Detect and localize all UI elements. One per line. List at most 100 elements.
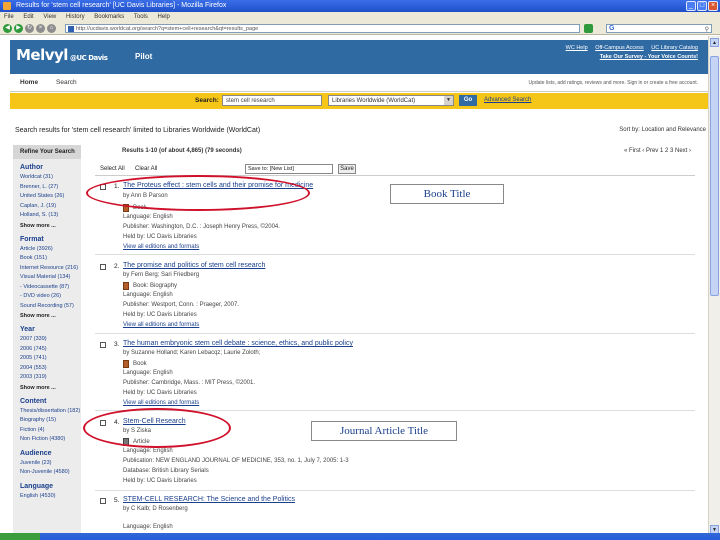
url-text: http://ucdavis.worldcat.org/search?q=ste… [76,26,259,32]
record-language: Language: English [123,292,173,298]
survey-link[interactable]: Take Our Survey - Your Voice Counts! [600,54,698,60]
address-field[interactable]: http://ucdavis.worldcat.org/search?q=ste… [65,24,580,33]
home-icon[interactable]: ⌂ [47,24,56,33]
facet-item[interactable]: Thesis/dissertation (182) [20,407,81,417]
facet-item[interactable]: Juvenile (23) [20,459,81,469]
vertical-scrollbar[interactable]: ▲ ▼ [708,36,720,536]
facet-item[interactable]: - Videocassette (87) [20,283,81,293]
facet-item[interactable]: Worldcat (31) [20,173,81,183]
record-format: Book [133,361,147,367]
tab-search[interactable]: Search [56,79,77,86]
site-favicon-icon [68,26,74,32]
facet-item[interactable]: 2004 (553) [20,364,81,374]
scope-value: Libraries Worldwide (WorldCat) [332,98,416,104]
pagination[interactable]: « First ‹ Prev 1 2 3 Next › [624,148,691,154]
record-title[interactable]: STEM-CELL RESEARCH: The Science and the … [123,496,295,503]
magnifier-icon[interactable]: ⚲ [705,26,709,33]
go-button[interactable]: Go [459,95,477,106]
chevron-down-icon[interactable]: ▼ [444,96,453,105]
record-checkbox[interactable] [100,342,106,348]
show-more-link[interactable]: Show more ... [20,221,81,231]
record-checkbox[interactable] [100,264,106,270]
reload-icon[interactable]: ↻ [25,24,34,33]
facet-item[interactable]: Book (151) [20,254,81,264]
taskbar [0,533,720,540]
facet-content: Content Thesis/dissertation (182) Biogra… [13,398,81,445]
off-campus-link[interactable]: Off-Campus Access [595,45,644,51]
menu-history[interactable]: History [66,14,85,20]
menu-edit[interactable]: Edit [23,14,33,20]
record-publication: Publication: NEW ENGLAND JOURNAL OF MEDI… [123,458,349,464]
facet-item[interactable]: Caplan, J. (19) [20,202,81,212]
facet-item[interactable]: Visual Material (134) [20,273,81,283]
results-count: Results 1-10 (of about 4,865) (79 second… [122,148,242,154]
facet-item[interactable]: Article (3926) [20,245,81,255]
facet-item[interactable]: Holland, S. (13) [20,211,81,221]
scroll-thumb[interactable] [710,56,719,296]
menu-file[interactable]: File [4,14,14,20]
save-to-select[interactable]: Save to: [New List] [245,164,333,174]
advanced-search-link[interactable]: Advanced Search [484,97,531,103]
help-link[interactable]: WC Help [566,45,588,51]
facet-item[interactable]: English (4530) [20,492,81,502]
menu-bookmarks[interactable]: Bookmarks [94,14,124,20]
record-title[interactable]: The human embryonic stem cell debate : s… [123,340,353,347]
show-more-link[interactable]: Show more ... [20,311,81,321]
search-input[interactable]: stem cell research [222,95,322,106]
show-more-link[interactable]: Show more ... [20,383,81,393]
facet-item[interactable]: Sound Recording (57) [20,302,81,312]
back-icon[interactable]: ◀ [3,24,12,33]
book-icon [123,360,129,368]
minimize-button[interactable]: _ [686,1,696,11]
book-title-highlight-ellipse [86,175,310,211]
sort-by[interactable]: Sort by: Location and Relevance [619,127,706,133]
facet-item[interactable]: Fiction (4) [20,426,81,436]
menu-tools[interactable]: Tools [134,14,148,20]
menu-help[interactable]: Help [158,14,170,20]
facet-item[interactable]: 2006 (745) [20,345,81,355]
editions-link[interactable]: View all editions and formats [123,244,199,250]
editions-link[interactable]: View all editions and formats [123,400,199,406]
menu-view[interactable]: View [43,14,56,20]
facet-heading: Author [20,164,43,171]
forward-icon[interactable]: ▶ [14,24,23,33]
scope-select[interactable]: Libraries Worldwide (WorldCat) ▼ [328,95,454,106]
search-engine-box[interactable]: G ⚲ [606,24,712,33]
select-all-link[interactable]: Select All [100,166,125,172]
book-title-callout: Book Title [390,184,504,204]
facet-audience: Audience Juvenile (23) Non-Juvenile (458… [13,450,81,478]
clear-all-link[interactable]: Clear All [135,166,157,172]
melvyl-logo[interactable]: Melvyl @UC Davis [16,46,108,64]
library-catalog-link[interactable]: UC Library Catalog [651,45,698,51]
stop-icon[interactable]: × [36,24,45,33]
facet-item[interactable]: - DVD video (26) [20,292,81,302]
tab-home[interactable]: Home [20,79,38,86]
record-publisher: Publisher: Cambridge, Mass. : MIT Press,… [123,380,256,386]
facet-item[interactable]: 2003 (319) [20,373,81,383]
record-publisher: Publisher: Westport, Conn. : Praeger, 20… [123,302,239,308]
book-icon [123,282,129,290]
window-titlebar: Results for 'stem cell research' [UC Dav… [0,0,720,12]
close-button[interactable]: × [708,1,718,11]
record-held: Held by: UC Davis Libraries [123,234,197,240]
scroll-up-icon[interactable]: ▲ [710,38,719,47]
record-title[interactable]: The promise and politics of stem cell re… [123,262,265,269]
facet-item[interactable]: Brenner, L. (27) [20,183,81,193]
maximize-button[interactable]: □ [697,1,707,11]
journal-title-highlight-ellipse [83,408,231,448]
editions-link[interactable]: View all editions and formats [123,322,199,328]
facet-item[interactable]: Non-Juvenile (4580) [20,468,81,478]
go-arrow-icon[interactable] [584,24,593,33]
facet-item[interactable]: Biography (15) [20,416,81,426]
record-divider [95,254,695,255]
facet-item[interactable]: Non Fiction (4380) [20,435,81,445]
facet-item[interactable]: United States (26) [20,192,81,202]
start-button[interactable] [0,533,40,540]
save-button[interactable]: Save [338,164,356,174]
record-checkbox[interactable] [100,498,106,504]
facet-item[interactable]: 2005 (741) [20,354,81,364]
menu-bar: File Edit View History Bookmarks Tools H… [0,12,720,22]
facet-item[interactable]: Internet Resource (216) [20,264,81,274]
record-language: Language: English [123,370,173,376]
facet-item[interactable]: 2007 (339) [20,335,81,345]
